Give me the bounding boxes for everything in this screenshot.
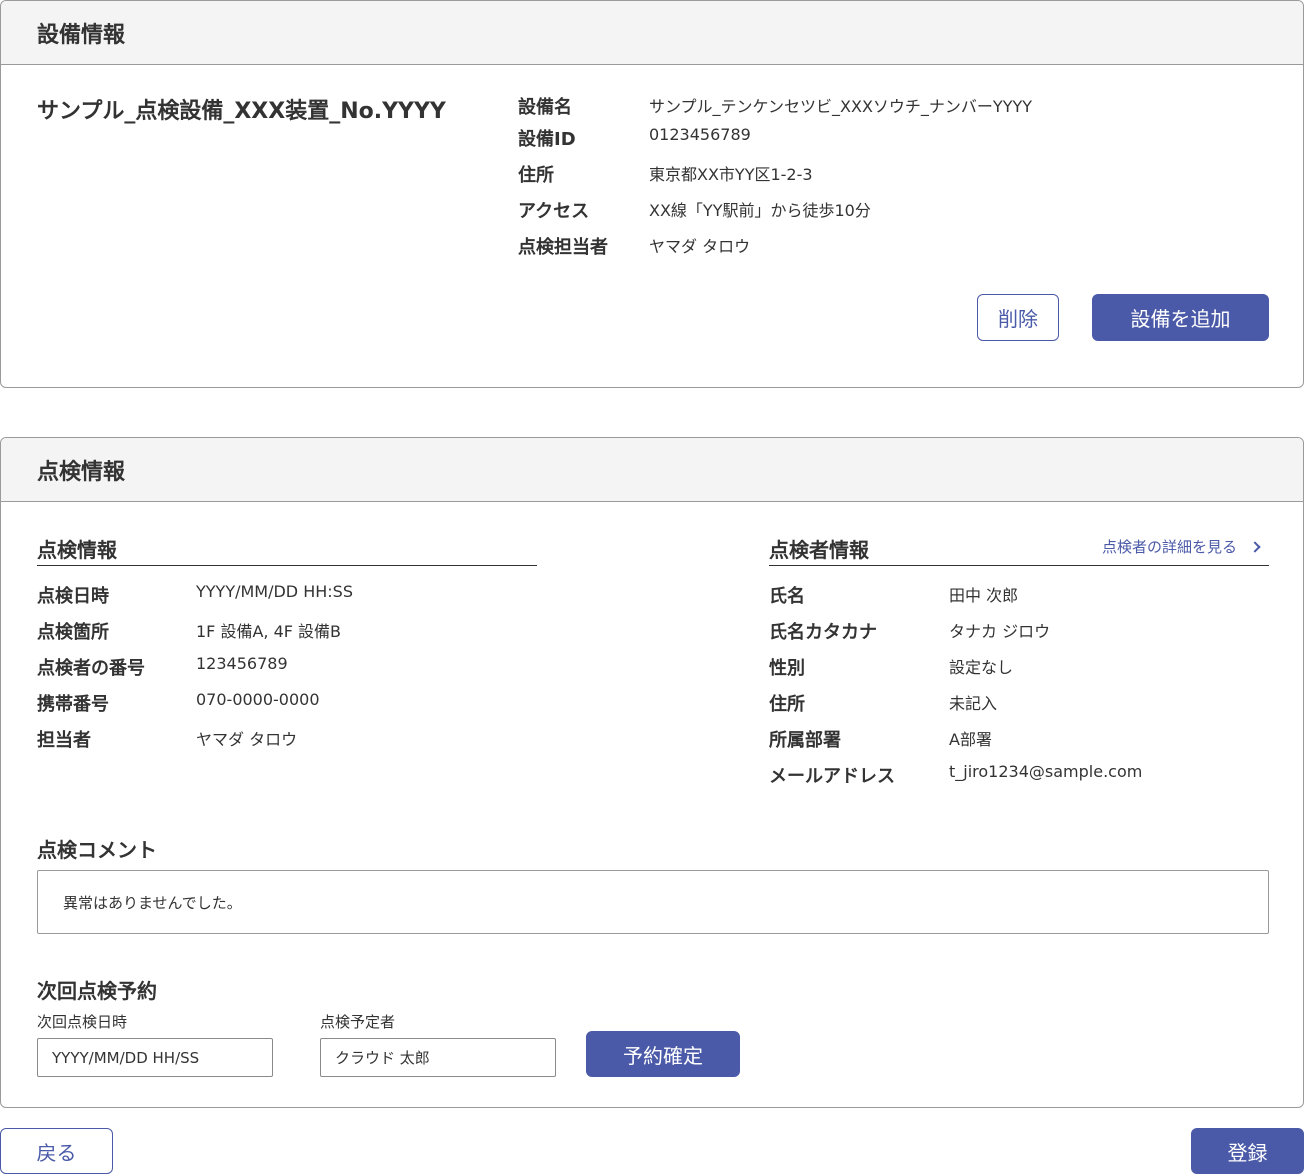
add-equipment-button[interactable]: 設備を追加	[1092, 294, 1269, 341]
inspector-email-value: t_jiro1234@sample.com	[949, 762, 1143, 781]
equipment-access-value: XX線「YY駅前」から徒歩10分	[649, 201, 871, 220]
inspection-location-value: 1F 設備A, 4F 設備B	[196, 622, 342, 641]
inspector-name-value: 田中 次郎	[949, 586, 1019, 605]
person-in-charge-value: ヤマダ タロウ	[196, 730, 298, 749]
inspection-date-label: 点検日時	[37, 586, 109, 607]
equipment-card-header: 設備情報	[1, 1, 1303, 65]
equipment-inspector-value: ヤマダ タロウ	[649, 237, 751, 256]
inspector-address-value: 未記入	[949, 694, 998, 713]
next-date-input[interactable]	[37, 1038, 273, 1077]
inspector-info-title: 点検者情報	[769, 538, 869, 562]
mobile-number-value: 070-0000-0000	[196, 690, 320, 709]
inspection-card: 点検情報 点検情報 点検日時 YYYY/MM/DD HH:SS 点検箇所 1F …	[0, 437, 1304, 1108]
inspector-gender-value: 設定なし	[949, 658, 1014, 677]
inspector-address-label: 住所	[769, 694, 805, 715]
confirm-reservation-button[interactable]: 予約確定	[586, 1031, 740, 1077]
inspector-kana-label: 氏名カタカナ	[769, 622, 877, 643]
equipment-id-value: 0123456789	[649, 125, 751, 144]
inspection-comment-box: 異常はありませんでした。	[37, 870, 1269, 934]
equipment-name-value: サンプル_テンケンセツビ_XXXソウチ_ナンバーYYYY	[649, 97, 1033, 116]
scheduled-inspector-input[interactable]	[320, 1038, 556, 1077]
equipment-name-title: サンプル_点検設備_XXX装置_No.YYYY	[37, 99, 446, 124]
inspection-card-title: 点検情報	[37, 459, 126, 485]
inspector-department-value: A部署	[949, 730, 992, 749]
back-button[interactable]: 戻る	[0, 1128, 113, 1174]
next-inspection-title: 次回点検予約	[37, 979, 157, 1003]
inspector-email-label: メールアドレス	[769, 766, 895, 787]
inspector-detail-link[interactable]: 点検者の詳細を見る	[1102, 536, 1261, 557]
person-in-charge-label: 担当者	[37, 730, 91, 751]
register-button[interactable]: 登録	[1191, 1128, 1304, 1174]
equipment-address-value: 東京都XX市YY区1-2-3	[649, 165, 813, 184]
scheduled-inspector-label: 点検予定者	[320, 1013, 396, 1031]
equipment-access-label: アクセス	[518, 201, 590, 222]
inspection-info-divider	[37, 565, 537, 566]
equipment-card: 設備情報 サンプル_点検設備_XXX装置_No.YYYY 設備名 サンプル_テン…	[0, 0, 1304, 388]
equipment-id-label: 設備ID	[518, 129, 576, 150]
inspector-gender-label: 性別	[769, 658, 805, 679]
inspector-department-label: 所属部署	[769, 730, 841, 751]
inspection-comment-title: 点検コメント	[37, 838, 157, 862]
inspection-info-title: 点検情報	[37, 538, 117, 562]
delete-button[interactable]: 削除	[977, 294, 1059, 341]
equipment-name-label: 設備名	[518, 97, 572, 118]
inspection-card-header: 点検情報	[1, 438, 1303, 502]
inspector-info-divider	[769, 565, 1269, 566]
inspection-location-label: 点検箇所	[37, 622, 109, 643]
chevron-right-icon	[1249, 540, 1261, 553]
inspector-kana-value: タナカ ジロウ	[949, 622, 1051, 641]
equipment-address-label: 住所	[518, 165, 554, 186]
inspector-number-value: 123456789	[196, 654, 288, 673]
inspector-number-label: 点検者の番号	[37, 658, 145, 679]
equipment-card-title: 設備情報	[37, 22, 126, 48]
inspection-comment-text: 異常はありませんでした。	[63, 893, 242, 912]
equipment-inspector-label: 点検担当者	[518, 237, 608, 258]
inspector-name-label: 氏名	[769, 586, 805, 607]
mobile-number-label: 携帯番号	[37, 694, 109, 715]
inspection-date-value: YYYY/MM/DD HH:SS	[196, 582, 353, 601]
next-date-label: 次回点検日時	[37, 1013, 128, 1031]
inspector-detail-link-label: 点検者の詳細を見る	[1102, 538, 1238, 556]
